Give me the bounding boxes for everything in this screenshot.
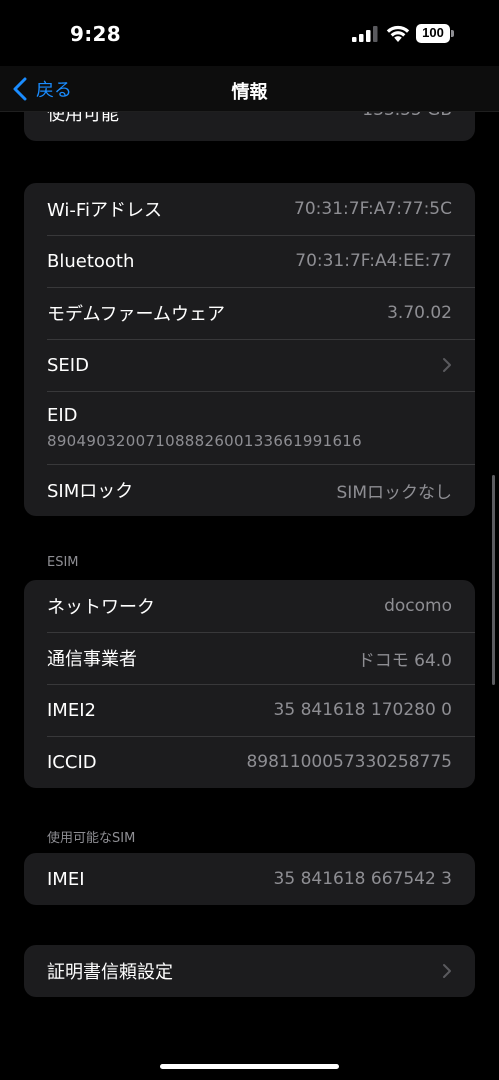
bluetooth-value: 70:31:7F:A4:EE:77 [295,251,452,271]
network-label: ネットワーク [47,597,155,618]
modem-firmware-row[interactable]: モデムファームウェア 3.70.02 [24,287,475,339]
iccid-label: ICCID [47,751,97,773]
bluetooth-row[interactable]: Bluetooth 70:31:7F:A4:EE:77 [24,235,475,287]
iccid-row[interactable]: ICCID 8981100057330258775 [24,736,475,788]
eid-value: 89049032007108882600133661991616 [47,432,362,450]
imei-row[interactable]: IMEI 35 841618 667542 3 [24,853,475,905]
battery-percent: 100 [422,25,444,40]
wifi-icon [386,25,410,42]
cellular-signal-icon [352,26,378,42]
sim-lock-label: SIMロック [47,481,134,502]
imei-value: 35 841618 667542 3 [273,869,452,889]
chevron-right-icon [443,964,451,978]
esim-group: ネットワーク docomo 通信事業者 ドコモ 64.0 IMEI2 35 84… [24,580,475,788]
modem-firmware-value: 3.70.02 [387,303,452,323]
about-screen: 9:28 100 戻る 情報 使用可能 Wi-Fiアドレス 70:31:7F:A… [0,0,499,1080]
hardware-info-group: Wi-Fiアドレス 70:31:7F:A7:77:5C Bluetooth 70… [24,183,475,516]
seid-row[interactable]: SEID [24,339,475,391]
carrier-row[interactable]: 通信事業者 ドコモ 64.0 [24,632,475,684]
available-sim-group: IMEI 35 841618 667542 3 [24,853,475,905]
iccid-value: 8981100057330258775 [246,752,452,772]
home-indicator[interactable] [160,1064,339,1069]
imei-label: IMEI [47,868,85,890]
chevron-right-icon [443,358,451,372]
eid-label: EID [47,405,78,426]
navigation-bar: 戻る 情報 [0,66,499,112]
available-storage-row: 使用可能 133.55 GB [24,112,475,141]
imei2-row[interactable]: IMEI2 35 841618 170280 0 [24,684,475,736]
wifi-address-value: 70:31:7F:A7:77:5C [294,199,452,219]
certificate-trust-settings-label: 証明書信頼設定 [47,962,173,983]
certificate-trust-settings-row[interactable]: 証明書信頼設定 [24,945,475,997]
status-time: 9:28 [70,22,121,46]
settings-list[interactable]: 使用可能 133.55 GB Wi-Fiアドレス 70:31:7F:A7:77:… [0,112,499,1080]
carrier-label: 通信事業者 [47,649,137,670]
available-storage-value: 133.55 GB [362,112,452,120]
imei2-value: 35 841618 170280 0 [273,700,452,720]
eid-row[interactable]: EID 89049032007108882600133661991616 [24,391,475,464]
sim-lock-value: SIMロックなし [336,482,452,503]
esim-section-header: ESIM [47,555,79,570]
available-sim-section-header: 使用可能なSIM [47,831,136,846]
wifi-address-row[interactable]: Wi-Fiアドレス 70:31:7F:A7:77:5C [24,183,475,235]
imei2-label: IMEI2 [47,699,96,721]
page-title: 情報 [231,82,268,103]
carrier-value: ドコモ 64.0 [357,650,452,671]
modem-firmware-label: モデムファームウェア [47,304,226,325]
bluetooth-label: Bluetooth [47,250,135,272]
network-value: docomo [384,596,452,616]
storage-group: 使用可能 133.55 GB [24,112,475,141]
wifi-address-label: Wi-Fiアドレス [47,200,162,221]
sim-lock-row[interactable]: SIMロック SIMロックなし [24,464,475,516]
network-row[interactable]: ネットワーク docomo [24,580,475,632]
seid-label: SEID [47,354,89,376]
battery-icon: 100 [416,24,454,43]
available-storage-label: 使用可能 [47,112,119,125]
certificate-group: 証明書信頼設定 [24,945,475,997]
status-bar: 9:28 100 [0,0,499,66]
scroll-indicator [492,475,495,685]
